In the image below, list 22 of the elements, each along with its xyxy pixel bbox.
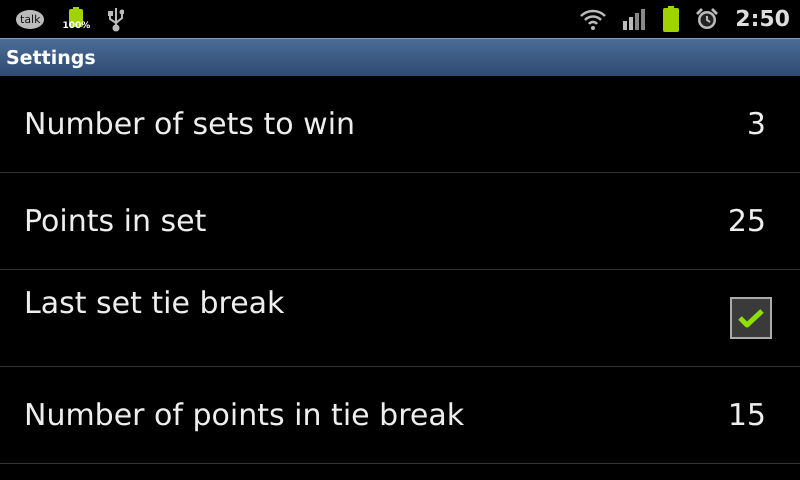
settings-item[interactable]: Number of sets to win 3: [0, 76, 800, 173]
wifi-icon: [579, 8, 608, 30]
battery-percent: 100%: [62, 21, 90, 31]
screen-title: Settings: [6, 46, 96, 68]
signal-icon: [623, 8, 648, 30]
setting-value: 15: [728, 398, 766, 432]
checkbox[interactable]: [730, 297, 772, 339]
clock-time: 2:50: [735, 6, 790, 32]
setting-label: Number of sets to win: [24, 106, 356, 142]
talk-icon: talk: [16, 10, 44, 28]
setting-value: 3: [746, 106, 766, 142]
setting-value: 25: [728, 204, 766, 238]
setting-label: Number of points in tie break: [24, 398, 464, 432]
battery-icon: [663, 6, 680, 32]
settings-item[interactable]: Points in set 25: [0, 173, 800, 270]
usb-icon: [108, 6, 124, 32]
setting-label: Last set tie break: [24, 286, 284, 321]
setting-label: Points in set: [24, 204, 206, 238]
settings-item[interactable]: Last set tie break: [0, 270, 800, 367]
settings-item[interactable]: Number of points in tie break 15: [0, 367, 800, 464]
alarm-clock-icon: [695, 7, 720, 31]
checkmark-icon: [738, 308, 764, 328]
